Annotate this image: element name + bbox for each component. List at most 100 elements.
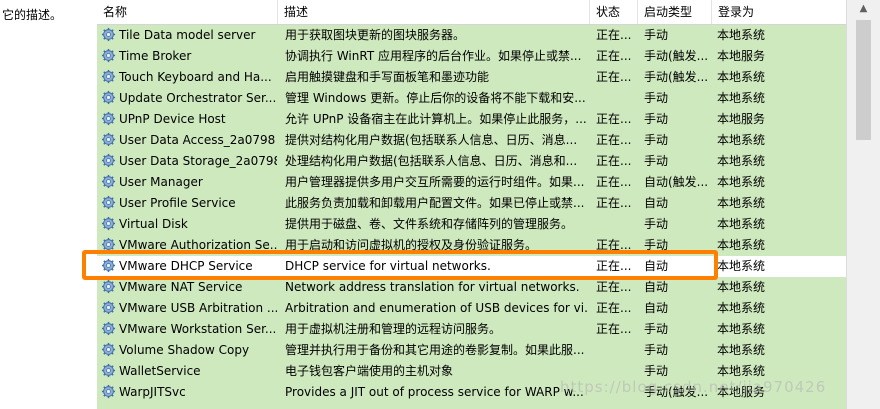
service-status	[596, 382, 636, 403]
table-row[interactable]: WalletService 电子钱包客户端使用的主机对象 手动 本地系统	[97, 361, 846, 382]
service-description: 用于虚拟机注册和管理的远程访问服务。	[285, 322, 502, 336]
service-name-cell: Volume Shadow Copy	[101, 340, 277, 361]
vertical-scrollbar[interactable]: ▲	[846, 0, 880, 409]
service-startup-type: 手动(触发...	[644, 385, 709, 399]
service-status	[596, 361, 636, 382]
service-description: Arbitration and enumeration of USB devic…	[285, 301, 587, 315]
table-row[interactable]: VMware Authorization Se... 用于启动和访问虚拟机的授权及…	[97, 235, 846, 256]
table-row[interactable]: User Data Storage_2a0798 处理结构化用户数据(包括联系人信…	[97, 151, 846, 172]
table-row[interactable]: VMware DHCP Service DHCP service for virt…	[97, 256, 846, 277]
gear-icon	[101, 321, 116, 336]
table-row[interactable]: User Manager 用户管理器提供多用户交互所需要的运行时组件。如果... 正…	[97, 172, 846, 193]
service-startup-type: 手动	[644, 322, 669, 336]
service-status: 正在...	[596, 196, 632, 210]
gear-icon	[101, 216, 116, 231]
service-name-cell: User Data Access_2a0798	[101, 130, 277, 151]
services-window: 它的描述。 名称 描述 状态 启动类型 登录为 Tile Data model …	[0, 0, 880, 409]
service-name: Tile Data model server	[119, 28, 256, 42]
service-status: 正在...	[596, 301, 632, 315]
service-name: VMware Workstation Ser...	[119, 322, 277, 336]
service-status: 正在...	[596, 322, 632, 336]
service-logon-as: 本地系统	[717, 196, 766, 210]
column-header-startup-type[interactable]: 启动类型	[638, 0, 712, 24]
gear-icon	[101, 90, 116, 105]
service-description: 管理 Windows 更新。停止后你的设备将不能下载和安...	[285, 91, 586, 105]
table-row[interactable]: VMware USB Arbitration ... Arbitration an…	[97, 298, 846, 319]
service-logon-as: 本地系统	[717, 343, 766, 357]
service-status: 正在...	[596, 280, 632, 294]
service-startup-type: 手动	[644, 28, 669, 42]
table-row[interactable]: User Data Access_2a0798 提供对结构化用户数据(包括联系人信…	[97, 130, 846, 151]
table-row[interactable]: Virtual Disk 提供用于磁盘、卷、文件系统和存储阵列的管理服务。 手动 本地…	[97, 214, 846, 235]
service-logon-as: 本地服务	[717, 49, 766, 63]
table-row[interactable]: WarpJITSvc Provides a JIT out of process …	[97, 382, 846, 403]
service-name: WalletService	[119, 364, 201, 378]
service-logon-as: 本地系统	[717, 91, 766, 105]
column-header-logon-as[interactable]: 登录为	[712, 0, 846, 24]
gear-icon	[101, 132, 116, 147]
service-logon-as: 本地系统	[717, 154, 766, 168]
table-row[interactable]: VMware NAT Service Network address transl…	[97, 277, 846, 298]
service-startup-type: 手动	[644, 112, 669, 126]
service-name: VMware USB Arbitration ...	[119, 301, 277, 315]
gear-icon	[101, 258, 116, 273]
service-status	[596, 88, 636, 109]
service-name: User Profile Service	[119, 196, 236, 210]
service-logon-as: 本地系统	[717, 238, 766, 252]
service-name: Update Orchestrator Ser...	[119, 91, 277, 105]
service-startup-type: 手动	[644, 238, 669, 252]
service-status: 正在...	[596, 133, 632, 147]
service-status: 正在...	[596, 49, 632, 63]
gear-icon	[101, 111, 116, 126]
service-name-cell: VMware USB Arbitration ...	[101, 298, 277, 319]
service-startup-type: 手动	[644, 154, 669, 168]
gear-icon	[101, 174, 116, 189]
service-startup-type: 自动	[644, 196, 669, 210]
service-description: 此服务负责加载和卸载用户配置文件。如果已停止或禁...	[285, 196, 585, 210]
table-row[interactable]: Time Broker 协调执行 WinRT 应用程序的后台作业。如果停止或禁..…	[97, 46, 846, 67]
description-pane: 它的描述。	[0, 0, 97, 409]
service-name-cell: Time Broker	[101, 46, 277, 67]
service-name-cell: Update Orchestrator Ser...	[101, 88, 277, 109]
column-header-name[interactable]: 名称	[97, 0, 278, 24]
service-status: 正在...	[596, 28, 632, 42]
table-row[interactable]: Volume Shadow Copy 管理并执行用于备份和其它用途的卷影复制。如果…	[97, 340, 846, 361]
gear-icon	[101, 48, 116, 63]
table-row[interactable]: Touch Keyboard and Ha... 启用触摸键盘和手写面板笔和墨迹功…	[97, 67, 846, 88]
scroll-up-icon[interactable]: ▲	[847, 0, 880, 18]
table-header: 名称 描述 状态 启动类型 登录为	[97, 0, 846, 25]
gear-icon	[101, 342, 116, 357]
column-header-status[interactable]: 状态	[590, 0, 638, 24]
service-status: 正在...	[596, 112, 632, 126]
gear-icon	[101, 279, 116, 294]
service-description: 允许 UPnP 设备宿主在此计算机上。如果停止此服务，...	[285, 112, 587, 126]
table-row[interactable]: UPnP Device Host 允许 UPnP 设备宿主在此计算机上。如果停止此…	[97, 109, 846, 130]
table-row[interactable]: Tile Data model server 用于获取图块更新的图块服务器。 正在.…	[97, 25, 846, 46]
service-description: Provides a JIT out of process service fo…	[285, 385, 584, 399]
service-name: User Data Storage_2a0798	[119, 154, 277, 168]
service-status: 正在...	[596, 259, 632, 273]
services-list: Tile Data model server 用于获取图块更新的图块服务器。 正在.…	[97, 25, 846, 403]
gear-icon	[101, 27, 116, 42]
service-startup-type: 手动	[644, 217, 669, 231]
description-text: 它的描述。	[2, 8, 63, 22]
service-startup-type: 自动	[644, 301, 669, 315]
table-row[interactable]: Update Orchestrator Ser... 管理 Windows 更新。…	[97, 88, 846, 109]
service-name-cell: WarpJITSvc	[101, 382, 277, 403]
table-row[interactable]: User Profile Service 此服务负责加载和卸载用户配置文件。如果已…	[97, 193, 846, 214]
service-status: 正在...	[596, 70, 632, 84]
scrollbar-thumb[interactable]	[856, 20, 871, 140]
service-logon-as: 本地服务	[717, 385, 766, 399]
column-header-description[interactable]: 描述	[278, 0, 590, 24]
services-table: 名称 描述 状态 启动类型 登录为 Tile Data model server…	[97, 0, 846, 409]
gear-icon	[101, 237, 116, 252]
service-logon-as: 本地系统	[717, 322, 766, 336]
service-status	[596, 340, 636, 361]
service-name: VMware NAT Service	[119, 280, 243, 294]
service-startup-type: 自动(触发...	[644, 175, 709, 189]
service-name-cell: UPnP Device Host	[101, 109, 277, 130]
service-logon-as: 本地系统	[717, 280, 766, 294]
table-row[interactable]: VMware Workstation Ser... 用于虚拟机注册和管理的远程访问…	[97, 319, 846, 340]
service-logon-as: 本地系统	[717, 133, 766, 147]
service-name: Touch Keyboard and Ha...	[119, 70, 272, 84]
